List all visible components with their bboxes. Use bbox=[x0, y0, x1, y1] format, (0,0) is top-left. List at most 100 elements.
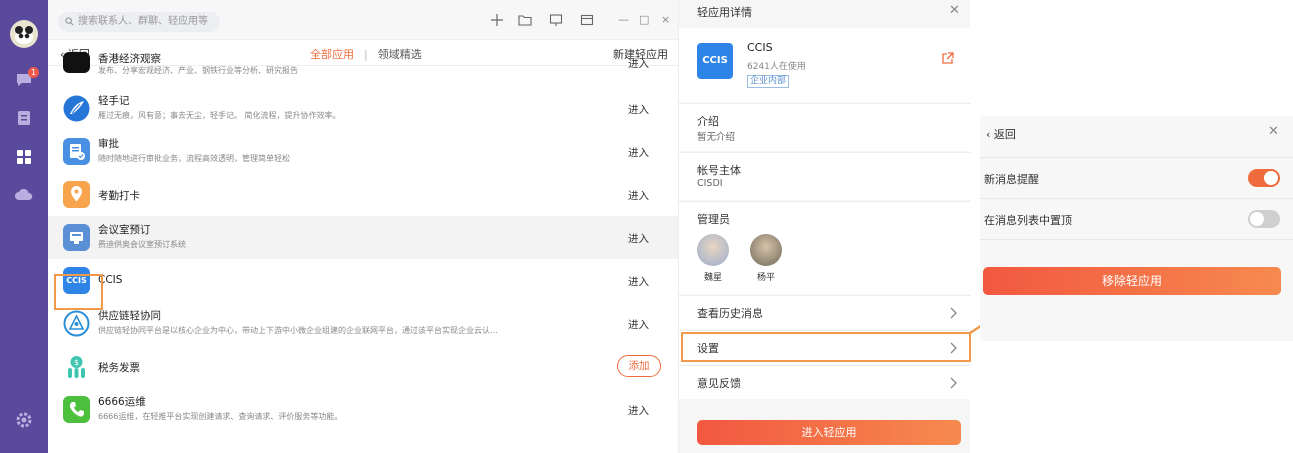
account-section: 帐号主体 CISDI bbox=[679, 152, 971, 200]
supply-chain-app-icon bbox=[63, 310, 90, 337]
settings-icon[interactable] bbox=[14, 410, 34, 430]
enter-button[interactable]: 进入 bbox=[628, 188, 649, 203]
popup-back-link[interactable]: ‹ 返回 bbox=[986, 126, 1016, 142]
app-name: 会议室预订 bbox=[98, 224, 151, 236]
account-label: 帐号主体 bbox=[697, 164, 741, 177]
account-value: CISDI bbox=[697, 178, 723, 189]
enter-button[interactable]: 进入 bbox=[628, 403, 649, 418]
settings-popup: ‹ 返回 ✕ 新消息提醒 在消息列表中置顶 移除轻应用 bbox=[980, 116, 1293, 341]
app-name: 税务发票 bbox=[98, 362, 140, 374]
close-icon[interactable]: ✕ bbox=[949, 3, 960, 18]
app-desc: 供应链轻协同平台是以核心企业为中心，带动上下游中小微企业组建的企业联网平台，通过… bbox=[98, 326, 498, 335]
feedback-row[interactable]: 意见反馈 bbox=[679, 365, 971, 399]
enter-button[interactable]: 进入 bbox=[628, 102, 649, 117]
intro-label: 介绍 bbox=[697, 115, 719, 128]
enter-button[interactable]: 进入 bbox=[628, 145, 649, 160]
app-header: CCIS CCIS 6241人在使用 企业内部 bbox=[679, 28, 971, 102]
top-toolbar: 搜索联系人、群聊、轻应用等 — □ × bbox=[48, 0, 678, 40]
presentation-icon[interactable] bbox=[549, 13, 563, 27]
add-button[interactable]: 添加 bbox=[617, 355, 661, 377]
phone-app-icon bbox=[63, 396, 90, 423]
apps-icon[interactable] bbox=[14, 147, 34, 167]
detail-title: 轻应用详情 bbox=[697, 6, 752, 19]
enter-button[interactable]: 进入 bbox=[628, 274, 649, 289]
app-name: 轻手记 bbox=[98, 95, 130, 107]
history-label: 查看历史消息 bbox=[697, 307, 763, 320]
chevron-right-icon bbox=[950, 307, 957, 319]
admin-name: 魏星 bbox=[703, 273, 722, 283]
divider bbox=[980, 239, 1293, 240]
list-item[interactable]: 会议室预订 费迪供奥会议室预订系统 进入 bbox=[48, 216, 678, 259]
feather-app-icon bbox=[63, 95, 90, 122]
folder-icon[interactable] bbox=[518, 13, 532, 27]
app-desc: 随时随地进行审批业务，流程高效透明，管理简单轻松 bbox=[98, 154, 290, 163]
svg-text:$: $ bbox=[74, 358, 79, 367]
list-item[interactable]: 轻手记 雁过无痕，风有意；事去无尘，轻手记。 简化流程，提升协作效率。 进入 bbox=[48, 87, 678, 130]
annotation-highlight-settings bbox=[681, 332, 971, 362]
app-desc: 6666运维，在轻推平台实现创建请求、查询请求、评价服务等功能。 bbox=[98, 412, 343, 421]
avatar bbox=[697, 234, 729, 266]
enter-button[interactable]: 进入 bbox=[628, 317, 649, 332]
search-placeholder: 搜索联系人、群聊、轻应用等 bbox=[78, 16, 208, 27]
new-message-alert-toggle[interactable] bbox=[1248, 169, 1280, 187]
search-input[interactable]: 搜索联系人、群聊、轻应用等 bbox=[58, 12, 220, 32]
remove-app-button[interactable]: 移除轻应用 bbox=[983, 267, 1281, 295]
unread-badge: 1 bbox=[28, 67, 39, 78]
location-app-icon bbox=[63, 181, 90, 208]
app-detail-panel: 轻应用详情 ✕ CCIS CCIS 6241人在使用 企业内部 介绍 暂无介绍 … bbox=[678, 0, 971, 453]
pin-to-top-option: 在消息列表中置顶 bbox=[980, 198, 1293, 238]
external-link-icon[interactable] bbox=[941, 52, 954, 65]
list-item[interactable]: $ 税务发票 添加 bbox=[48, 345, 678, 388]
pin-to-top-label: 在消息列表中置顶 bbox=[984, 214, 1072, 227]
app-name: 香港经济观察 bbox=[98, 53, 161, 65]
pin-to-top-toggle[interactable] bbox=[1248, 210, 1280, 228]
admin-section: 管理员 魏星 杨平 bbox=[679, 201, 971, 294]
app-name: 供应链轻协同 bbox=[98, 310, 161, 322]
ccis-logo: CCIS bbox=[697, 43, 733, 79]
feedback-label: 意见反馈 bbox=[697, 377, 741, 390]
app-name: 考勤打卡 bbox=[98, 190, 140, 202]
history-row[interactable]: 查看历史消息 bbox=[679, 295, 971, 329]
cloud-icon[interactable] bbox=[14, 185, 34, 205]
approval-app-icon bbox=[63, 138, 90, 165]
list-item[interactable]: 香港经济观察 发布、分享宏观经济、产业、钢铁行业等分析、研究报告 进入 bbox=[48, 52, 678, 75]
toggle-knob bbox=[1250, 212, 1264, 226]
enter-button[interactable]: 进入 bbox=[628, 231, 649, 246]
popup-back-label: 返回 bbox=[993, 128, 1016, 141]
admin-item[interactable]: 魏星 bbox=[693, 234, 733, 283]
chevron-right-icon bbox=[950, 377, 957, 389]
search-icon bbox=[65, 17, 74, 26]
avatar bbox=[750, 234, 782, 266]
close-window-icon[interactable]: × bbox=[661, 13, 670, 26]
admin-item[interactable]: 杨平 bbox=[746, 234, 786, 283]
app-desc: 发布、分享宏观经济、产业、钢铁行业等分析、研究报告 bbox=[98, 66, 298, 75]
list-item[interactable]: 考勤打卡 进入 bbox=[48, 173, 678, 216]
admin-label: 管理员 bbox=[697, 213, 730, 226]
meeting-app-icon bbox=[63, 224, 90, 251]
admin-name: 杨平 bbox=[756, 273, 775, 283]
user-avatar[interactable] bbox=[10, 20, 38, 48]
app-name: 6666运维 bbox=[98, 396, 146, 408]
list-item[interactable]: 审批 随时随地进行审批业务，流程高效透明，管理简单轻松 进入 bbox=[48, 130, 678, 173]
left-rail: 1 bbox=[0, 0, 48, 453]
minimize-icon[interactable]: — bbox=[618, 13, 629, 26]
close-icon[interactable]: ✕ bbox=[1268, 124, 1279, 139]
annotation-highlight-ccis bbox=[54, 274, 103, 310]
intro-section: 介绍 暂无介绍 bbox=[679, 103, 971, 151]
list-item[interactable]: 供应链轻协同 供应链轻协同平台是以核心企业为中心，带动上下游中小微企业组建的企业… bbox=[48, 302, 678, 345]
toggle-knob bbox=[1264, 171, 1278, 185]
enter-app-button[interactable]: 进入轻应用 bbox=[697, 420, 961, 445]
plus-icon[interactable] bbox=[490, 13, 504, 27]
chart-app-icon bbox=[63, 52, 90, 73]
card-icon[interactable] bbox=[580, 13, 594, 27]
enter-button[interactable]: 进入 bbox=[628, 56, 649, 71]
new-message-alert-option: 新消息提醒 bbox=[980, 157, 1293, 197]
app-title: CCIS bbox=[747, 41, 773, 54]
list-item[interactable]: 6666运维 6666运维，在轻推平台实现创建请求、查询请求、评价服务等功能。 … bbox=[48, 388, 678, 431]
maximize-icon[interactable]: □ bbox=[639, 13, 649, 26]
tax-app-icon: $ bbox=[63, 353, 90, 380]
app-desc: 雁过无痕，风有意；事去无尘，轻手记。 简化流程，提升协作效率。 bbox=[98, 111, 341, 120]
internal-tag: 企业内部 bbox=[747, 75, 790, 88]
document-icon[interactable] bbox=[14, 108, 34, 128]
list-item[interactable]: CCIS CCIS 进入 bbox=[48, 259, 678, 302]
